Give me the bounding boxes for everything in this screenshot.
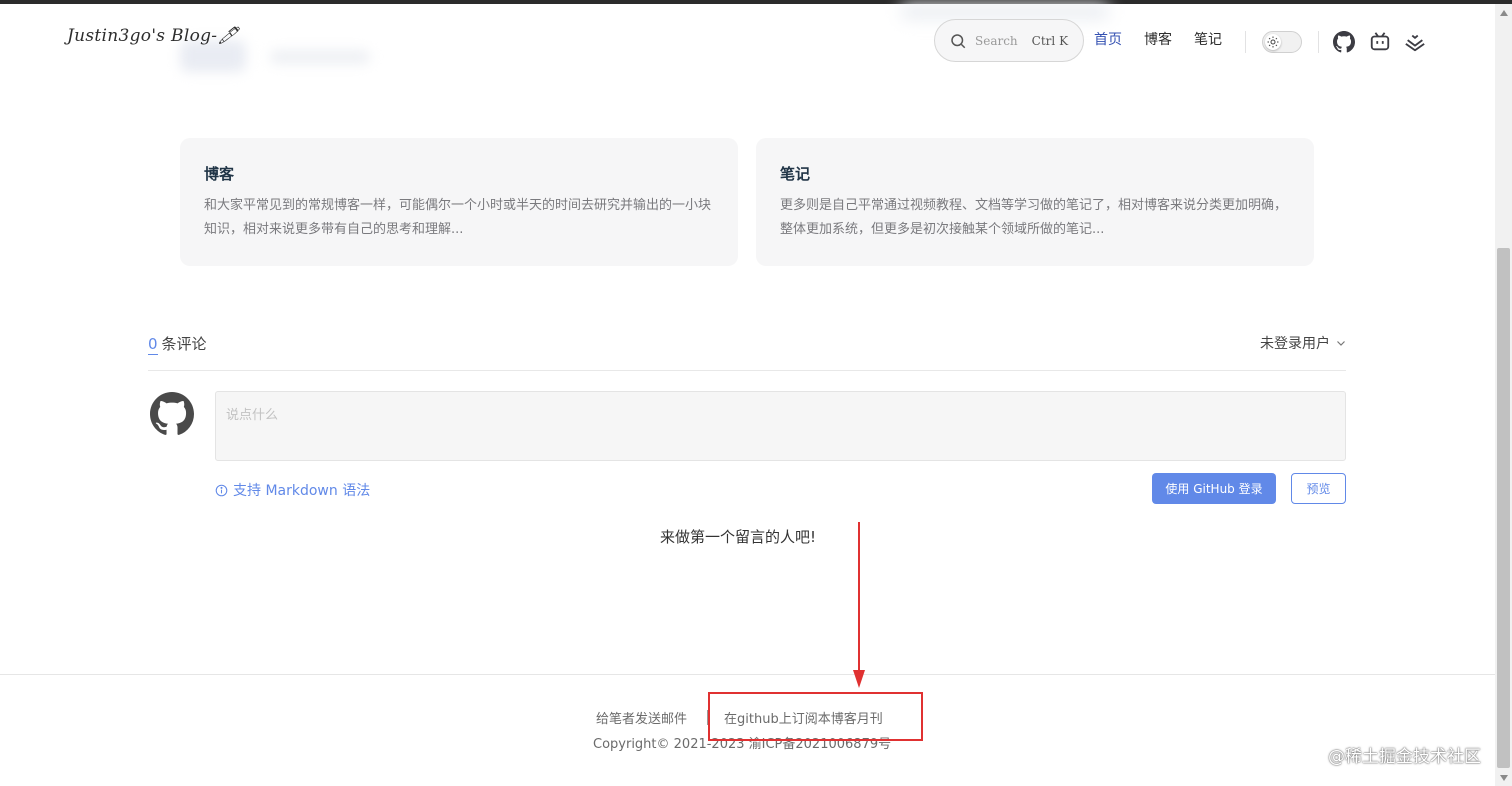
nav-item-notes[interactable]: 笔记 <box>1194 29 1222 49</box>
caret-up-icon <box>1499 9 1508 16</box>
comments-section: 0 条评论 未登录用户 说点什么 支持 Markdown 语法 使用 GitHub… <box>148 330 1346 504</box>
annotation-highlight-box <box>708 692 923 741</box>
chevron-down-icon <box>1337 341 1345 346</box>
comment-count-label: 条评论 <box>161 334 207 353</box>
nav-item-blog[interactable]: 博客 <box>1144 29 1172 49</box>
comments-header: 0 条评论 未登录用户 <box>148 330 1346 356</box>
github-login-button[interactable]: 使用 GitHub 登录 <box>1152 473 1276 504</box>
card-description: 和大家平常见到的常规博客一样，可能偶尔一个小时或半天的时间去研究并输出的一小块知… <box>204 198 712 237</box>
comment-placeholder: 说点什么 <box>226 408 279 423</box>
juejin-link[interactable] <box>1403 30 1427 54</box>
scrollbar-thumb[interactable] <box>1497 248 1510 768</box>
comments-divider <box>148 370 1346 371</box>
main-nav: 首页 博客 笔记 <box>1094 29 1222 49</box>
footer-email-link[interactable]: 给笔者发送邮件 <box>596 708 687 727</box>
nav-divider <box>1318 31 1319 53</box>
comment-textarea[interactable]: 说点什么 <box>215 391 1346 461</box>
empty-comments-text: 来做第一个留言的人吧! <box>660 528 817 546</box>
user-menu-dropdown[interactable]: 未登录用户 <box>1260 333 1346 353</box>
annotation-arrow-icon <box>853 522 865 688</box>
search-icon <box>951 33 966 48</box>
search-shortcut: Ctrl K <box>1031 33 1069 48</box>
card-description: 更多则是自己平常通过视频教程、文档等学习做的笔记了，相对博客来说分类更加明确，整… <box>780 198 1288 237</box>
github-icon <box>1333 31 1355 53</box>
feature-card-notes[interactable]: 笔记 更多则是自己平常通过视频教程、文档等学习做的笔记了，相对博客来说分类更加明… <box>756 138 1314 266</box>
card-title: 博客 <box>204 165 235 183</box>
site-header: Justin3go's Blog-🖊 Search Ctrl K 首页 博客 笔… <box>0 4 1495 80</box>
nav-divider <box>1245 31 1246 53</box>
bilibili-icon <box>1370 32 1390 51</box>
comment-count-number: 0 <box>148 334 158 355</box>
info-icon <box>215 484 228 496</box>
watermark-text: @稀土掘金技术社区 <box>1328 747 1481 767</box>
juejin-icon <box>1405 34 1425 52</box>
feature-card-blog[interactable]: 博客 和大家平常见到的常规博客一样，可能偶尔一个小时或半天的时间去研究并输出的一… <box>180 138 738 266</box>
search-button[interactable]: Search Ctrl K <box>934 19 1084 62</box>
github-link[interactable] <box>1332 30 1356 54</box>
blurred-element <box>900 4 1110 20</box>
comment-count: 0 条评论 <box>148 333 207 355</box>
markdown-help-label: 支持 Markdown 语法 <box>233 483 371 499</box>
theme-toggle[interactable] <box>1262 31 1302 53</box>
search-placeholder: Search <box>975 33 1018 48</box>
vertical-scrollbar[interactable] <box>1495 4 1512 786</box>
nav-item-home[interactable]: 首页 <box>1094 29 1122 49</box>
preview-button[interactable]: 预览 <box>1291 473 1346 504</box>
github-avatar-icon <box>150 392 194 435</box>
bilibili-link[interactable] <box>1368 30 1392 54</box>
card-title: 笔记 <box>780 165 811 183</box>
site-logo-title[interactable]: Justin3go's Blog-🖊 <box>67 26 239 46</box>
blurred-element <box>270 50 370 64</box>
caret-down-icon <box>1499 774 1508 781</box>
scroll-up-button[interactable] <box>1495 4 1512 21</box>
user-menu-label: 未登录用户 <box>1260 336 1330 352</box>
markdown-help-link[interactable]: 支持 Markdown 语法 <box>215 480 370 500</box>
scroll-down-button[interactable] <box>1495 769 1512 786</box>
sun-icon <box>1267 36 1279 48</box>
footer-divider <box>0 674 1495 675</box>
